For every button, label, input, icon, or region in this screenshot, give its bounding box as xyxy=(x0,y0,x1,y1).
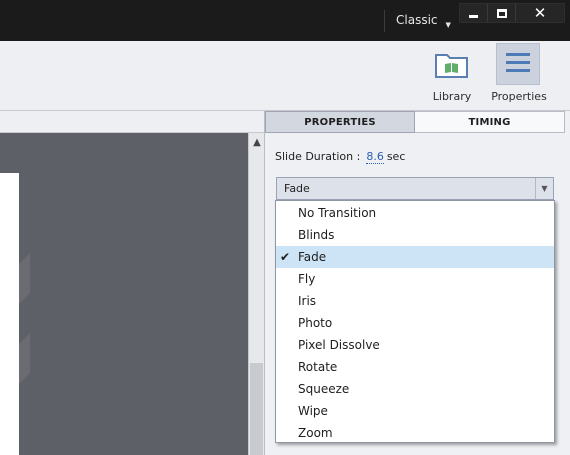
slide-duration-label: Slide Duration : xyxy=(275,150,361,163)
transition-dropdown: No Transition Blinds ✔ Fade Fly Iris Phot… xyxy=(275,200,555,443)
transition-option-squeeze[interactable]: Squeeze xyxy=(276,378,554,400)
properties-menu-icon xyxy=(506,53,530,72)
slide-preview[interactable] xyxy=(0,173,19,455)
chevron-down-icon: ▼ xyxy=(445,21,451,29)
close-icon: ✕ xyxy=(533,4,547,22)
panel-scrollbar[interactable] xyxy=(563,133,570,455)
library-label: Library xyxy=(432,90,472,103)
option-label: Fly xyxy=(298,272,316,286)
library-button[interactable]: Library xyxy=(428,41,476,111)
slide-duration-value[interactable]: 8.6 xyxy=(366,150,384,164)
properties-button[interactable]: Properties xyxy=(488,41,550,111)
tab-properties[interactable]: PROPERTIES xyxy=(265,111,415,133)
transition-option-rotate[interactable]: Rotate xyxy=(276,356,554,378)
properties-label: Properties xyxy=(491,90,547,103)
title-separator xyxy=(384,10,385,32)
transition-select-value: Fade xyxy=(284,182,310,195)
window-controls: ✕ xyxy=(459,3,565,23)
option-label: Rotate xyxy=(298,360,338,374)
transition-option-no-transition[interactable]: No Transition xyxy=(276,202,554,224)
slide-canvas[interactable] xyxy=(0,133,248,455)
transition-options: No Transition Blinds ✔ Fade Fly Iris Phot… xyxy=(276,202,554,444)
workspace-label: Classic xyxy=(396,13,438,27)
canvas-header-strip xyxy=(0,111,264,133)
option-label: Pixel Dissolve xyxy=(298,338,380,352)
transition-option-pixel-dissolve[interactable]: Pixel Dissolve xyxy=(276,334,554,356)
slide-duration: Slide Duration : 8.6 sec xyxy=(275,150,406,164)
option-label: Fade xyxy=(298,250,327,264)
option-label: Wipe xyxy=(298,404,328,418)
transition-option-fly[interactable]: Fly xyxy=(276,268,554,290)
scroll-thumb[interactable] xyxy=(250,363,263,455)
transition-option-iris[interactable]: Iris xyxy=(276,290,554,312)
option-label: Zoom xyxy=(298,426,333,440)
canvas-pattern xyxy=(0,253,30,403)
checkmark-icon: ✔ xyxy=(280,250,291,264)
slide-duration-unit: sec xyxy=(386,150,406,163)
title-bar: Classic ▼ ✕ xyxy=(0,0,570,41)
chevron-down-icon[interactable]: ▼ xyxy=(535,178,553,199)
top-toolbar: Library Properties xyxy=(0,41,570,111)
option-label: Photo xyxy=(298,316,333,330)
transition-option-fade[interactable]: ✔ Fade xyxy=(276,246,554,268)
option-label: No Transition xyxy=(298,206,377,220)
panel-tabs: PROPERTIES TIMING xyxy=(265,111,570,133)
canvas-scrollbar[interactable]: ▲ xyxy=(248,133,264,455)
minimize-button[interactable] xyxy=(460,4,488,22)
option-label: Squeeze xyxy=(298,382,350,396)
close-button[interactable]: ✕ xyxy=(516,4,564,22)
library-folder-icon xyxy=(435,54,468,78)
scroll-up-icon[interactable]: ▲ xyxy=(249,137,265,148)
workspace-switcher[interactable]: Classic ▼ xyxy=(396,13,451,29)
maximize-button[interactable] xyxy=(488,4,516,22)
option-label: Iris xyxy=(298,294,317,308)
transition-option-zoom[interactable]: Zoom xyxy=(276,422,554,444)
transition-option-blinds[interactable]: Blinds xyxy=(276,224,554,246)
minimize-icon xyxy=(469,14,478,18)
maximize-icon xyxy=(496,8,507,18)
transition-select[interactable]: Fade ▼ xyxy=(276,177,554,200)
tab-timing[interactable]: TIMING xyxy=(415,111,565,133)
option-label: Blinds xyxy=(298,228,335,242)
transition-option-photo[interactable]: Photo xyxy=(276,312,554,334)
transition-option-wipe[interactable]: Wipe xyxy=(276,400,554,422)
